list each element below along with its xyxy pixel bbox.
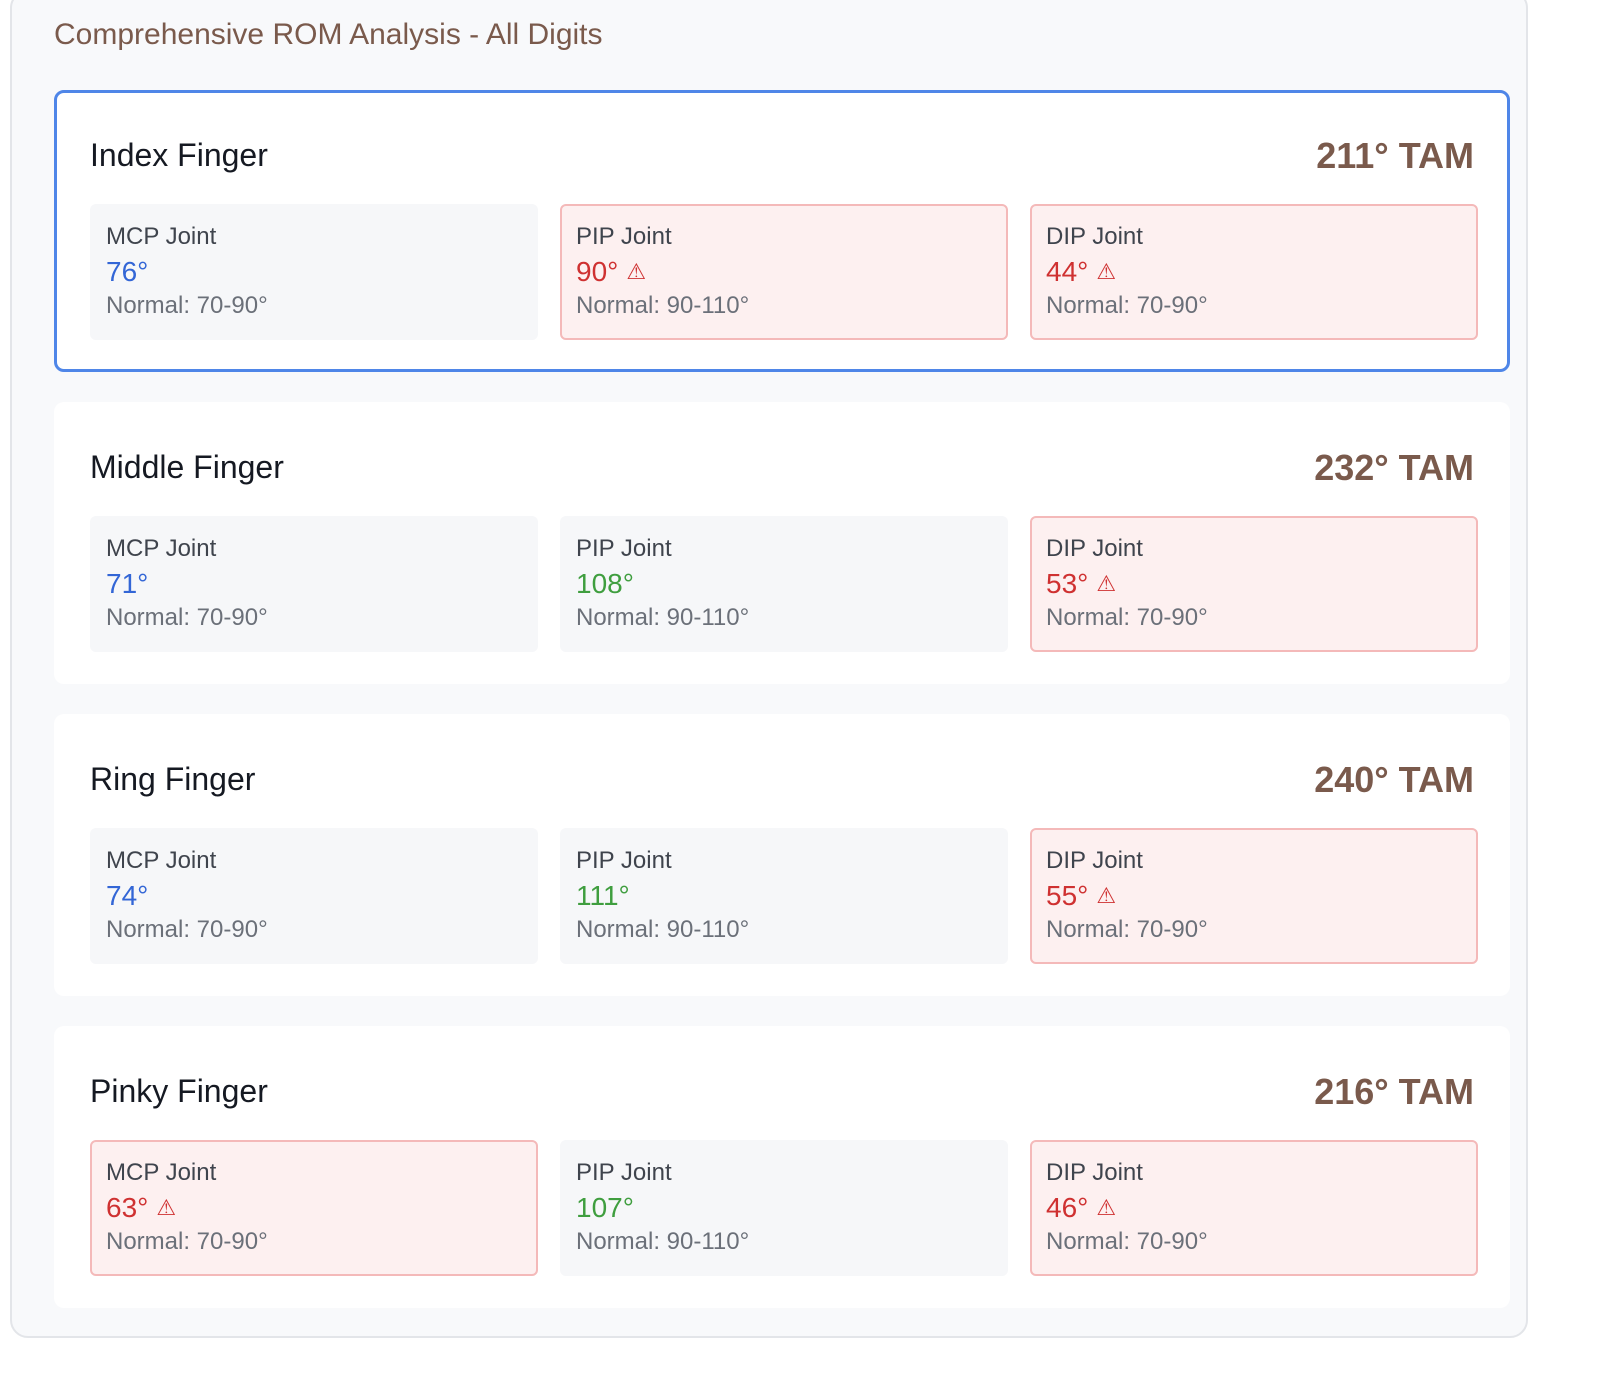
- joint-angle-value: 90°: [576, 256, 619, 287]
- joint-card-dip: DIP Joint 46° ⚠ Normal: 70-90°: [1030, 1140, 1478, 1276]
- warning-icon: ⚠: [1096, 571, 1117, 596]
- joint-card-pip: PIP Joint 107° Normal: 90-110°: [560, 1140, 1008, 1276]
- joint-label: DIP Joint: [1046, 847, 1143, 874]
- joint-label: DIP Joint: [1046, 223, 1143, 250]
- joint-angle-value: 108°: [576, 568, 634, 599]
- warning-icon: ⚠: [1096, 883, 1117, 908]
- joint-normal-range: Normal: 70-90°: [106, 1228, 268, 1255]
- joint-value-row: 76°: [106, 256, 148, 288]
- joint-label: MCP Joint: [106, 847, 217, 874]
- joint-label: MCP Joint: [106, 535, 217, 562]
- finger-card-middle[interactable]: Middle Finger 232° TAM MCP Joint 71° Normal:…: [54, 402, 1510, 684]
- joint-normal-range: Normal: 70-90°: [1046, 604, 1208, 631]
- finger-tam-total: 211° TAM: [1316, 135, 1474, 176]
- joint-card-mcp: MCP Joint 74° Normal: 70-90°: [90, 828, 538, 964]
- warning-icon: ⚠: [156, 1195, 177, 1220]
- finger-card-ring[interactable]: Ring Finger 240° TAM MCP Joint 74° Normal: 7…: [54, 714, 1510, 996]
- joint-value-row: 107°: [576, 1192, 634, 1224]
- joint-value-row: 44° ⚠: [1046, 256, 1116, 288]
- joint-card-pip: PIP Joint 111° Normal: 90-110°: [560, 828, 1008, 964]
- joint-normal-range: Normal: 90-110°: [576, 916, 750, 943]
- finger-name: Pinky Finger: [90, 1073, 268, 1109]
- joint-label: MCP Joint: [106, 1159, 217, 1186]
- warning-icon: ⚠: [626, 259, 647, 284]
- joint-value-row: 53° ⚠: [1046, 568, 1116, 600]
- joint-label: DIP Joint: [1046, 1159, 1143, 1186]
- finger-name: Ring Finger: [90, 761, 256, 797]
- joint-card-dip: DIP Joint 44° ⚠ Normal: 70-90°: [1030, 204, 1478, 340]
- joint-angle-value: 53°: [1046, 568, 1089, 599]
- joint-value-row: 108°: [576, 568, 634, 600]
- joint-label: PIP Joint: [576, 223, 672, 250]
- joint-normal-range: Normal: 90-110°: [576, 292, 750, 319]
- joint-angle-value: 55°: [1046, 880, 1089, 911]
- joint-angle-value: 46°: [1046, 1192, 1089, 1223]
- panel-title: Comprehensive ROM Analysis - All Digits: [54, 18, 603, 51]
- finger-name: Middle Finger: [90, 449, 284, 485]
- joint-normal-range: Normal: 70-90°: [106, 292, 268, 319]
- joint-value-row: 74°: [106, 880, 148, 912]
- joint-angle-value: 111°: [576, 880, 630, 911]
- joint-normal-range: Normal: 90-110°: [576, 1228, 750, 1255]
- joint-normal-range: Normal: 90-110°: [576, 604, 750, 631]
- joint-normal-range: Normal: 70-90°: [106, 916, 268, 943]
- rom-analysis-panel: Comprehensive ROM Analysis - All Digits …: [10, 0, 1528, 1338]
- joint-label: PIP Joint: [576, 1159, 672, 1186]
- joint-angle-value: 44°: [1046, 256, 1089, 287]
- joint-value-row: 55° ⚠: [1046, 880, 1116, 912]
- joint-angle-value: 63°: [106, 1192, 149, 1223]
- joint-angle-value: 74°: [106, 880, 149, 911]
- joint-normal-range: Normal: 70-90°: [1046, 292, 1208, 319]
- joint-angle-value: 71°: [106, 568, 149, 599]
- joint-value-row: 111°: [576, 880, 630, 912]
- joint-label: MCP Joint: [106, 223, 217, 250]
- joint-label: DIP Joint: [1046, 535, 1143, 562]
- finger-tam-total: 232° TAM: [1314, 447, 1474, 488]
- joint-angle-value: 107°: [576, 1192, 634, 1223]
- joint-card-mcp: MCP Joint 76° Normal: 70-90°: [90, 204, 538, 340]
- finger-card-index[interactable]: Index Finger 211° TAM MCP Joint 76° Normal: …: [54, 90, 1510, 372]
- finger-name: Index Finger: [90, 137, 268, 173]
- joint-normal-range: Normal: 70-90°: [1046, 916, 1208, 943]
- joint-label: PIP Joint: [576, 847, 672, 874]
- joint-normal-range: Normal: 70-90°: [1046, 1228, 1208, 1255]
- joint-card-pip: PIP Joint 108° Normal: 90-110°: [560, 516, 1008, 652]
- joint-value-row: 90° ⚠: [576, 256, 646, 288]
- joint-value-row: 71°: [106, 568, 148, 600]
- joint-label: PIP Joint: [576, 535, 672, 562]
- joint-card-dip: DIP Joint 55° ⚠ Normal: 70-90°: [1030, 828, 1478, 964]
- joint-normal-range: Normal: 70-90°: [106, 604, 268, 631]
- finger-tam-total: 216° TAM: [1314, 1071, 1474, 1112]
- joint-card-mcp: MCP Joint 71° Normal: 70-90°: [90, 516, 538, 652]
- joint-value-row: 46° ⚠: [1046, 1192, 1116, 1224]
- joint-card-pip: PIP Joint 90° ⚠ Normal: 90-110°: [560, 204, 1008, 340]
- warning-icon: ⚠: [1096, 259, 1117, 284]
- warning-icon: ⚠: [1096, 1195, 1117, 1220]
- joint-card-dip: DIP Joint 53° ⚠ Normal: 70-90°: [1030, 516, 1478, 652]
- joint-value-row: 63° ⚠: [106, 1192, 176, 1224]
- joint-card-mcp: MCP Joint 63° ⚠ Normal: 70-90°: [90, 1140, 538, 1276]
- finger-tam-total: 240° TAM: [1314, 759, 1474, 800]
- joint-angle-value: 76°: [106, 256, 149, 287]
- finger-card-pinky[interactable]: Pinky Finger 216° TAM MCP Joint 63° ⚠ Normal:…: [54, 1026, 1510, 1308]
